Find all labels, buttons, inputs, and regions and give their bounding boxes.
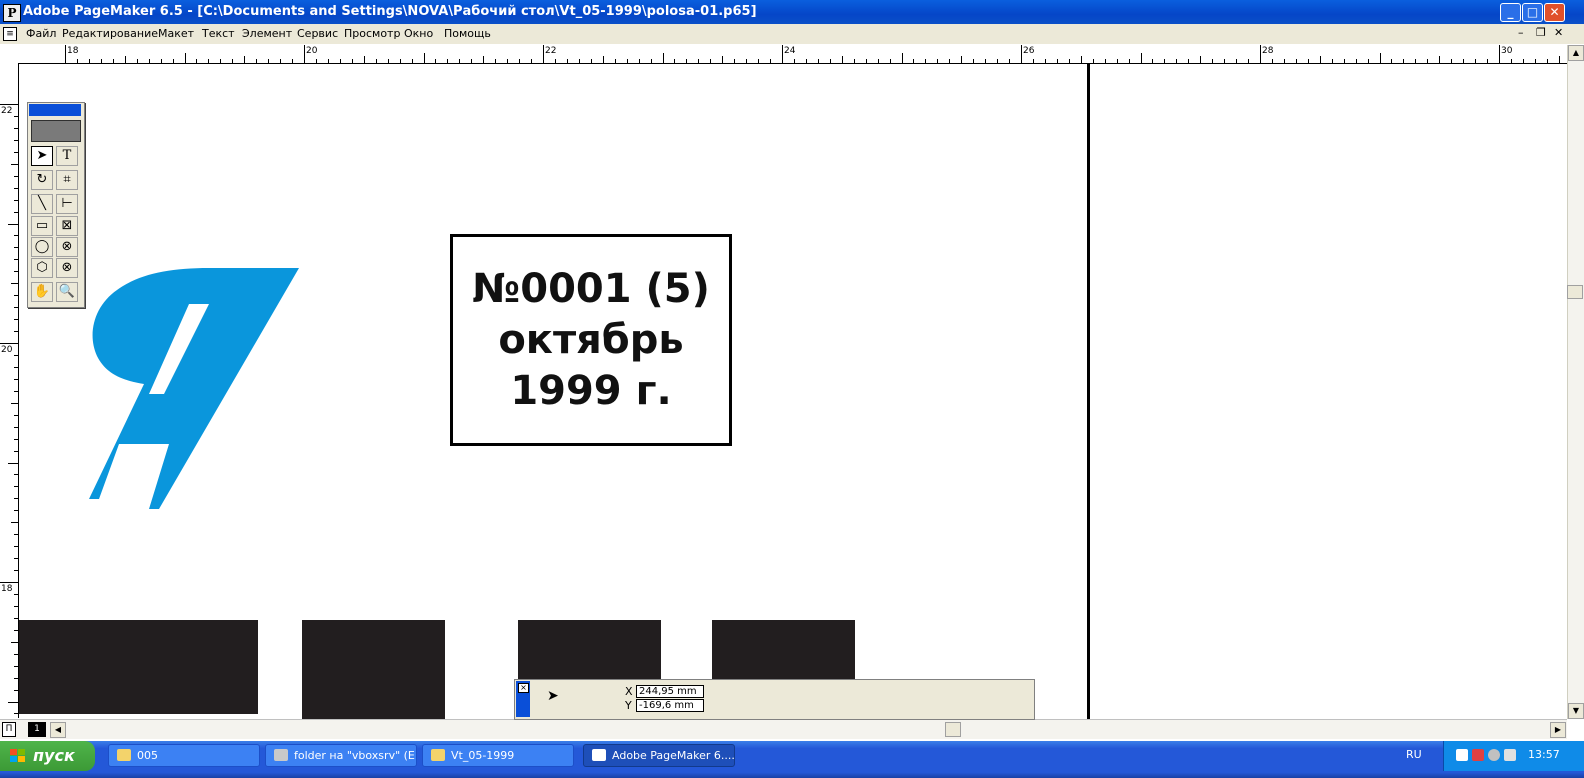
folder-icon [117,749,131,761]
windows-logo-icon [10,749,25,762]
vertical-ruler[interactable]: 22 20 18 [0,63,19,718]
crop-tool-icon[interactable]: ⌗ [56,170,78,190]
black-block[interactable] [19,620,258,714]
start-label: пуск [33,746,75,765]
doc-minimize-button[interactable]: – [1518,26,1524,40]
doc-close-button[interactable]: ✕ [1554,26,1563,40]
toolbox-preview-image [31,120,81,142]
document-icon[interactable]: ≡ [3,27,17,41]
polygon-frame-tool-icon[interactable]: ⊗ [56,258,78,278]
task-label: 005 [137,749,158,762]
ellipse-tool-icon[interactable]: ◯ [31,237,53,257]
horizontal-ruler[interactable]: 18 20 22 24 26 28 30 [0,45,1567,64]
line-tool-icon[interactable]: ╲ [31,194,53,214]
menu-type[interactable]: Текст [202,26,235,42]
task-label: Vt_05-1999 [451,749,515,762]
master-pages-tab[interactable]: П [2,722,16,737]
ruler-label: 24 [784,46,796,56]
minimize-button[interactable]: _ [1500,3,1521,22]
menu-help[interactable]: Помощь [444,26,491,42]
issue-month: октябрь [498,317,684,363]
ruler-label: 22 [545,46,557,56]
maximize-button[interactable]: □ [1522,3,1543,22]
constrained-line-tool-icon[interactable]: ⊢ [56,194,78,214]
toolbox-title-bar[interactable] [29,104,81,116]
pagemaker-icon [592,749,606,761]
y-coordinate-label: Y [625,699,632,712]
task-label: folder на "vboxsrv" (E:) [294,749,417,762]
hand-tool-icon[interactable]: ✋ [31,282,53,302]
pagemaker-app-icon[interactable]: P [3,4,21,22]
menu-file[interactable]: Файл [26,26,56,42]
network-tray-icon[interactable] [1472,749,1484,761]
menu-view[interactable]: Просмотр [344,26,400,42]
x-coordinate-field[interactable]: 244,95 mm [636,685,704,698]
network-drive-icon [274,749,288,761]
ruler-label: 28 [1262,46,1274,56]
window-title: Adobe PageMaker 6.5 - [C:\Documents and … [23,4,757,19]
ruler-label: 22 [1,106,13,116]
text-tool-icon[interactable]: T [56,146,78,166]
scroll-down-arrow-icon[interactable]: ▼ [1568,703,1584,719]
title-bar: P Adobe PageMaker 6.5 - [C:\Documents an… [0,0,1584,24]
page-edge-line [1087,64,1090,719]
page-1-tab[interactable]: 1 [28,722,46,737]
vertical-scroll-thumb[interactable] [1567,285,1583,299]
language-indicator[interactable]: RU [1406,748,1422,762]
rectangle-tool-icon[interactable]: ▭ [31,216,53,236]
pdf-tray-icon[interactable] [1456,749,1468,761]
system-tray [1443,741,1584,771]
control-palette-title-strip[interactable]: × [516,681,530,717]
volume-tray-icon[interactable] [1488,749,1500,761]
app-tray-icon[interactable] [1504,749,1516,761]
menu-utilities[interactable]: Сервис [297,26,338,42]
task-folder-005[interactable]: 005 [108,744,260,767]
task-network-drive[interactable]: folder на "vboxsrv" (E:) [265,744,417,767]
menu-bar: ≡ Файл Редактирование Макет Текст Элемен… [0,24,1584,45]
vertical-scrollbar[interactable]: ▲ ▼ [1567,45,1584,719]
ruler-label: 20 [1,345,13,355]
menu-element[interactable]: Элемент [242,26,292,42]
task-folder-vt[interactable]: Vt_05-1999 [422,744,574,767]
polygon-tool-icon[interactable]: ⬡ [31,258,53,278]
ruler-label: 18 [67,46,79,56]
task-label: Adobe PageMaker 6.... [612,749,735,762]
taskbar: пуск 005 folder на "vboxsrv" (E:) Vt_05-… [0,741,1584,778]
ruler-label: 18 [1,584,13,594]
black-block[interactable] [302,620,445,719]
pointer-tool-icon[interactable]: ➤ [31,146,53,166]
x-coordinate-label: X [625,685,633,698]
folder-icon [431,749,445,761]
issue-year: 1999 г. [510,368,672,414]
scroll-left-arrow-icon[interactable]: ◀ [50,722,66,738]
pointer-arrow-icon[interactable]: ➤ [547,688,559,704]
doc-restore-button[interactable]: ❐ [1536,26,1546,40]
ruler-label: 26 [1023,46,1035,56]
control-palette[interactable]: × ➤ X 244,95 mm Y -169,6 mm [514,679,1035,720]
ellipse-frame-tool-icon[interactable]: ⊗ [56,237,78,257]
rotate-tool-icon[interactable]: ↻ [31,170,53,190]
menu-window[interactable]: Окно [404,26,433,42]
task-pagemaker[interactable]: Adobe PageMaker 6.... [583,744,735,767]
scroll-up-arrow-icon[interactable]: ▲ [1568,45,1584,61]
zoom-tool-icon[interactable]: 🔍 [56,282,78,302]
menu-layout[interactable]: Макет [158,26,194,42]
ruler-ticks [0,104,18,714]
issue-number: №0001 (5) [472,266,710,312]
start-button[interactable]: пуск [0,741,95,771]
rectangle-frame-tool-icon[interactable]: ⊠ [56,216,78,236]
toolbox-palette[interactable]: ➤ T ↻ ⌗ ╲ ⊢ ▭ ⊠ ◯ ⊗ ⬡ ⊗ ✋ 🔍 [27,102,85,308]
clock[interactable]: 13:57 [1528,748,1560,762]
document-canvas[interactable]: №0001 (5) октябрь 1999 г. [19,64,1567,719]
control-palette-close-icon[interactable]: × [518,683,529,693]
scroll-right-arrow-icon[interactable]: ▶ [1550,722,1566,738]
ruler-label: 20 [306,46,318,56]
horizontal-scrollbar[interactable]: П 1 ◀ ▶ [0,719,1567,739]
close-button[interactable]: ✕ [1544,3,1565,22]
menu-edit[interactable]: Редактирование [62,26,158,42]
y-coordinate-field[interactable]: -169,6 mm [636,699,704,712]
horizontal-scroll-thumb[interactable] [945,722,961,737]
ruler-label: 30 [1501,46,1513,56]
issue-stamp-box[interactable]: №0001 (5) октябрь 1999 г. [450,234,732,446]
